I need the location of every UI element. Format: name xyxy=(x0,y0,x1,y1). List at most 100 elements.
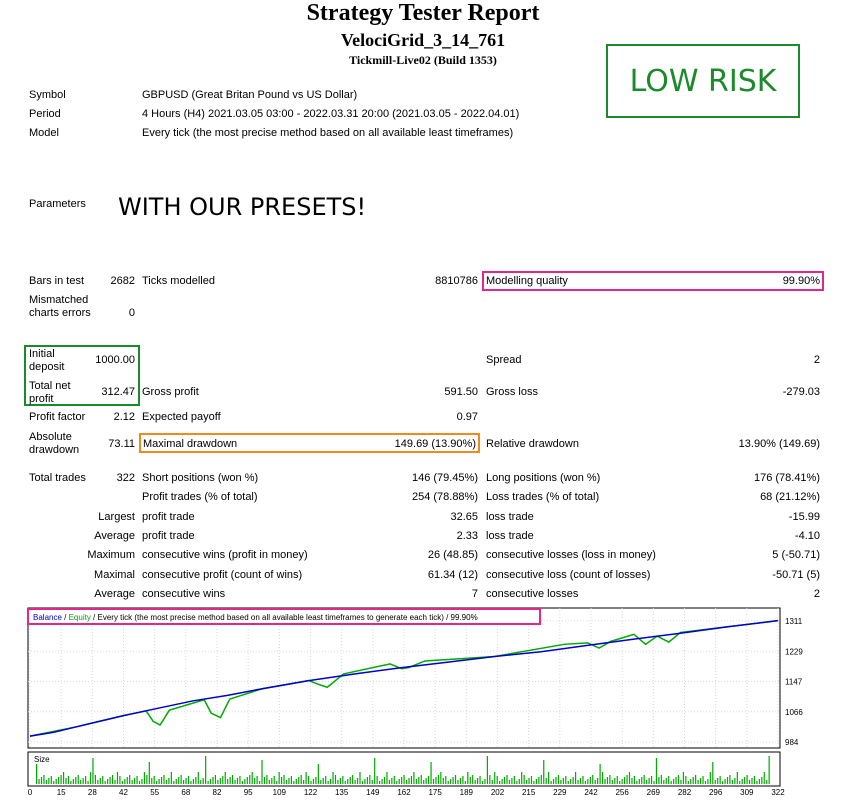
volume-bar xyxy=(756,781,758,784)
volume-bar xyxy=(516,781,518,784)
x-tick-label: 109 xyxy=(273,788,287,797)
volume-bar xyxy=(457,780,459,784)
max-losses-value: 5 (-50.71) xyxy=(772,549,820,561)
x-tick-label: 122 xyxy=(304,788,318,797)
volume-bar xyxy=(281,777,283,784)
volume-bar xyxy=(619,781,621,784)
volume-bar xyxy=(606,777,609,784)
volume-bar xyxy=(646,780,648,784)
volume-bar xyxy=(695,775,697,784)
volume-bar xyxy=(178,777,180,784)
volume-bar xyxy=(447,781,449,784)
chart-legend: Balance / Equity / Every tick (the most … xyxy=(33,613,478,622)
volume-bar xyxy=(501,779,503,784)
avgcons-wins-value: 7 xyxy=(471,588,478,600)
x-tick-label: 149 xyxy=(366,788,380,797)
volume-bar xyxy=(440,772,442,784)
volume-bar xyxy=(450,779,452,784)
volume-bar xyxy=(62,772,65,784)
volume-bar xyxy=(325,776,327,784)
volume-bar xyxy=(124,779,126,784)
volume-bar xyxy=(523,775,525,784)
presets-overlay-text: WITH OUR PRESETS! xyxy=(118,193,367,221)
volume-bar xyxy=(722,781,724,784)
volume-bar xyxy=(234,780,236,784)
losstrades-label: Loss trades (% of total) xyxy=(486,491,600,503)
x-tick-label: 189 xyxy=(460,788,474,797)
volume-bar xyxy=(317,764,319,784)
volume-bar xyxy=(643,775,645,784)
maximal-loss-label: consecutive loss (count of losses) xyxy=(486,569,651,581)
long-value: 176 (78.41%) xyxy=(753,472,820,484)
volume-bar xyxy=(428,776,430,784)
volume-bar xyxy=(116,772,119,784)
volume-bar xyxy=(437,775,439,784)
symbol-value: GBPUSD (Great Britan Pound vs US Dollar) xyxy=(142,89,358,101)
volume-bar xyxy=(624,777,626,784)
volume-bar xyxy=(636,781,638,784)
volume-bar xyxy=(190,781,192,784)
volume-bar xyxy=(153,776,155,784)
volume-bar xyxy=(99,778,101,784)
volume-bar xyxy=(545,778,547,784)
volume-bar xyxy=(530,776,533,784)
volume-bar xyxy=(690,779,692,784)
volume-bar xyxy=(758,779,760,784)
x-tick-label: 28 xyxy=(88,788,97,797)
volume-bar xyxy=(342,776,344,784)
volume-bar xyxy=(658,777,660,784)
spread-label: Spread xyxy=(486,354,522,366)
legend-method: / Every tick (the most precise method ba… xyxy=(91,613,444,622)
volume-bar xyxy=(256,776,258,784)
volume-bar xyxy=(486,756,488,784)
volume-bar xyxy=(474,780,476,784)
volume-bar xyxy=(626,775,628,784)
x-tick-label: 215 xyxy=(522,788,536,797)
volume-bar xyxy=(207,781,209,784)
volume-bar xyxy=(119,776,121,784)
period-value: 4 Hours (H4) 2021.03.05 03:00 - 2022.03.… xyxy=(142,108,520,120)
volume-bar xyxy=(719,776,721,784)
x-tick-label: 82 xyxy=(213,788,222,797)
maximal-profit-label: consecutive profit (count of wins) xyxy=(142,569,303,581)
volume-bar xyxy=(148,762,150,784)
x-tick-label: 309 xyxy=(740,788,754,797)
volume-bar xyxy=(663,780,665,784)
avgcons-losses-value: 2 xyxy=(813,588,820,600)
volume-bar xyxy=(107,779,109,784)
volume-bar xyxy=(699,778,702,784)
volume-bar xyxy=(494,772,496,784)
volume-bar xyxy=(712,762,714,784)
volume-bar xyxy=(195,777,197,784)
volume-bar xyxy=(410,776,413,784)
volume-bar xyxy=(668,776,670,784)
volume-bar xyxy=(92,758,94,784)
volume-bar xyxy=(187,776,190,784)
volume-bar xyxy=(293,781,295,784)
volume-bar xyxy=(97,780,99,784)
volume-bar xyxy=(53,781,55,784)
volume-bar xyxy=(80,780,82,784)
volume-bar xyxy=(290,776,292,784)
volume-bar xyxy=(138,781,141,784)
volume-bar xyxy=(677,775,680,784)
volume-bar xyxy=(518,779,520,784)
volume-bar xyxy=(217,780,219,784)
legend-balance: Balance xyxy=(33,613,62,622)
x-tick-label: 229 xyxy=(553,788,567,797)
volume-bar xyxy=(587,779,589,784)
volume-bar xyxy=(307,776,310,784)
x-tick-label: 95 xyxy=(244,788,253,797)
volume-bar xyxy=(214,775,217,784)
volume-bar xyxy=(136,776,138,784)
volume-bar xyxy=(543,760,545,784)
volume-bar xyxy=(452,777,454,784)
volume-bar xyxy=(376,776,378,784)
report-title: Strategy Tester Report xyxy=(306,0,540,26)
y-tick-label: 1147 xyxy=(785,678,803,687)
volume-bar xyxy=(555,777,557,784)
losstrades-value: 68 (21.12%) xyxy=(760,491,820,503)
volume-bar xyxy=(467,772,469,784)
x-tick-label: 242 xyxy=(584,788,598,797)
volume-bar xyxy=(379,781,381,784)
